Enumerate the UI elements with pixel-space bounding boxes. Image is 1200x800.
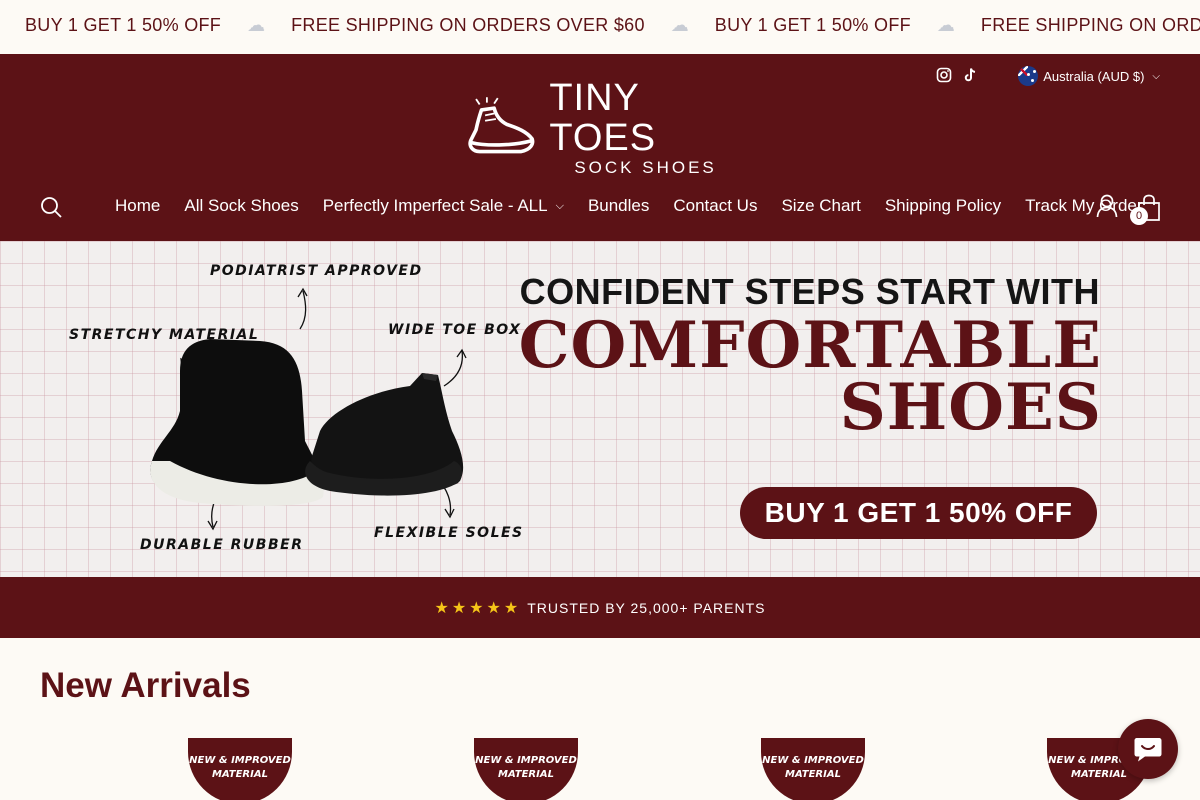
announcement-item: FREE SHIPPING ON ORDERS OVER $60 [291, 15, 645, 35]
nav-item-home[interactable]: Home [115, 196, 160, 216]
announcement-item: BUY 1 GET 1 50% OFF [25, 15, 222, 35]
badge-line: NEW & IMPROVED [189, 755, 291, 766]
product-badge: NEW & IMPROVED MATERIAL [188, 738, 292, 800]
country-selector[interactable]: Australia (AUD $) ⌵ [1018, 66, 1160, 86]
cloud-icon: ☁ [936, 15, 955, 35]
cart-count-badge: 0 [1130, 207, 1148, 225]
nav-links: Home All Sock Shoes Perfectly Imperfect … [115, 196, 1167, 216]
site-header: Australia (AUD $) ⌵ TINY TOES SOCK SHOES… [0, 54, 1200, 241]
logo-subtitle: SOCK SHOES [574, 158, 717, 177]
nav-item-contact-us[interactable]: Contact Us [673, 196, 757, 216]
chat-icon [1134, 738, 1162, 762]
site-logo[interactable]: TINY TOES SOCK SHOES [467, 78, 737, 177]
cloud-icon: ☁ [247, 15, 266, 35]
badge-line: MATERIAL [498, 769, 554, 780]
trust-bar: ★★★★★ TRUSTED BY 25,000+ PARENTS [0, 577, 1200, 638]
nav-item-size-chart[interactable]: Size Chart [781, 196, 860, 216]
badge-line: NEW & IMPROVED [475, 755, 577, 766]
badge-line: MATERIAL [785, 769, 841, 780]
announcement-track: BUY 1 GET 1 50% OFF ☁ FREE SHIPPING ON O… [25, 15, 1200, 36]
hero-headline: CONFIDENT STEPS START WITH [519, 271, 1100, 312]
instagram-icon[interactable] [936, 67, 952, 83]
search-icon[interactable] [40, 196, 62, 218]
chat-button[interactable] [1118, 719, 1178, 779]
section-title: New Arrivals [40, 666, 251, 705]
nav-item-perfectly-imperfect-sale[interactable]: Perfectly Imperfect Sale - ALL ⌵ [323, 196, 564, 216]
badge-line: MATERIAL [212, 769, 268, 780]
hero-banner[interactable]: PODIATRIST APPROVED STRETCHY MATERIAL WI… [0, 241, 1200, 577]
chevron-down-icon: ⌵ [1152, 70, 1160, 82]
announcement-bar: BUY 1 GET 1 50% OFF ☁ FREE SHIPPING ON O… [0, 0, 1200, 54]
main-nav: Home All Sock Shoes Perfectly Imperfect … [0, 194, 1200, 225]
nav-item-bundles[interactable]: Bundles [588, 196, 649, 216]
chevron-down-icon: ⌵ [555, 199, 564, 212]
nav-item-label: Perfectly Imperfect Sale - ALL [322, 196, 548, 215]
hero-cta-button[interactable]: BUY 1 GET 1 50% OFF [740, 487, 1097, 539]
logo-title: TINY TOES [549, 77, 657, 159]
cloud-icon: ☁ [670, 15, 689, 35]
product-badge: NEW & IMPROVED MATERIAL [761, 738, 865, 800]
tiktok-icon[interactable] [962, 67, 978, 83]
australia-flag-icon [1018, 66, 1039, 86]
nav-item-track-my-order[interactable]: Track My Order [1025, 196, 1142, 216]
product-badge: NEW & IMPROVED MATERIAL [474, 738, 578, 800]
nav-item-shipping-policy[interactable]: Shipping Policy [885, 196, 1001, 216]
star-rating-icon: ★★★★★ [434, 599, 522, 617]
trust-text: TRUSTED BY 25,000+ PARENTS [527, 599, 766, 616]
country-label: Australia (AUD $) [1043, 68, 1145, 84]
shoe-logo-icon [468, 97, 535, 154]
sock-shoes-image [150, 339, 464, 506]
badge-line: NEW & IMPROVED [762, 755, 864, 766]
announcement-item: FREE SHIPPING ON ORDERS OVER $60 [980, 15, 1200, 35]
hero-headline-accent: SHOES [839, 370, 1102, 445]
account-icon[interactable] [1096, 194, 1118, 218]
announcement-item: BUY 1 GET 1 50% OFF [714, 15, 911, 35]
nav-item-all-sock-shoes[interactable]: All Sock Shoes [184, 196, 298, 216]
social-links [936, 67, 978, 83]
cart-button[interactable]: 0 [1130, 194, 1162, 225]
